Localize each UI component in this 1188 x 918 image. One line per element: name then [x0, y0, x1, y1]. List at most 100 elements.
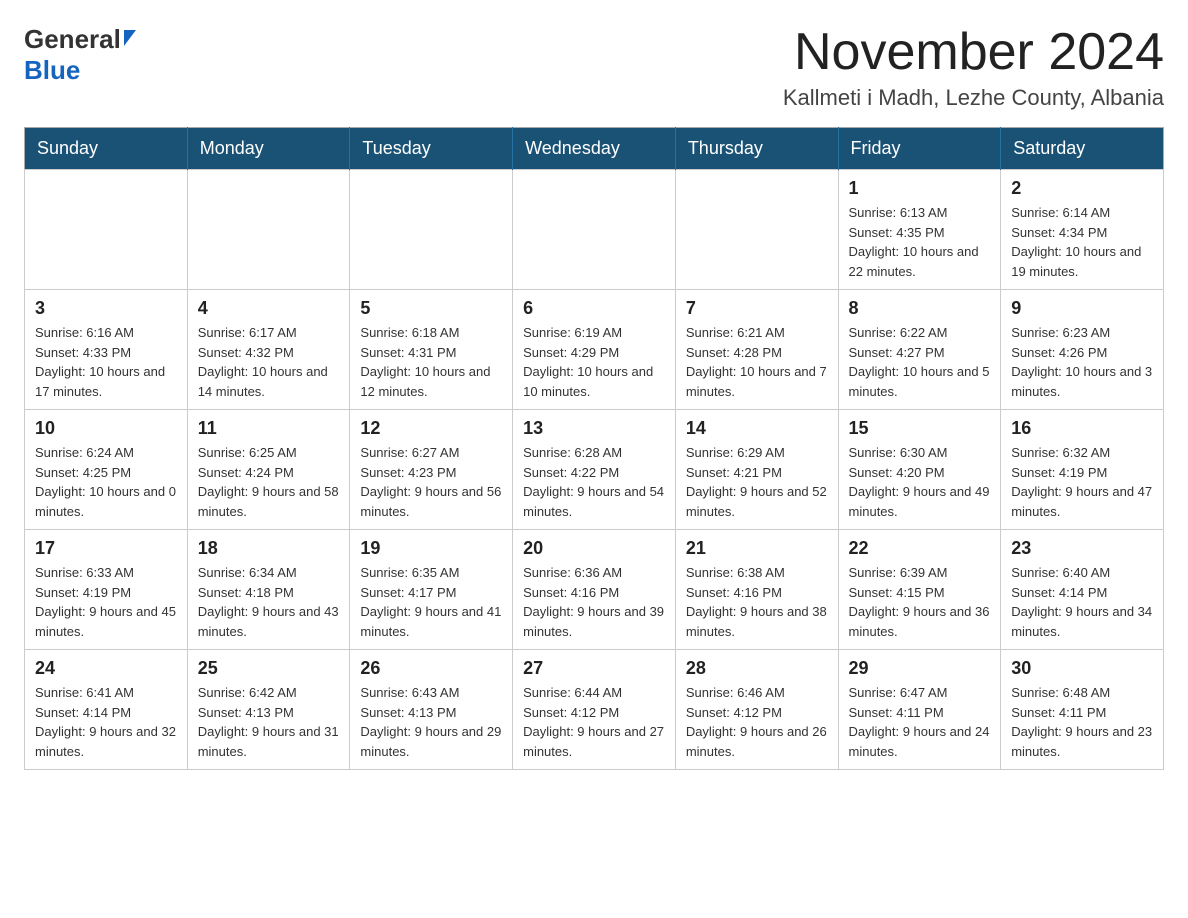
- logo: General Blue: [24, 24, 136, 86]
- calendar-cell: 5 Sunrise: 6:18 AM Sunset: 4:31 PM Daylig…: [350, 290, 513, 410]
- calendar-cell: 22 Sunrise: 6:39 AM Sunset: 4:15 PM Dayli…: [838, 530, 1001, 650]
- logo-triangle-icon: [124, 30, 136, 46]
- day-info: Sunrise: 6:25 AM Sunset: 4:24 PM Dayligh…: [198, 443, 340, 521]
- day-number: 27: [523, 658, 665, 679]
- calendar-cell: 2Sunrise: 6:14 AM Sunset: 4:34 PM Daylig…: [1001, 170, 1164, 290]
- day-info: Sunrise: 6:46 AM Sunset: 4:12 PM Dayligh…: [686, 683, 828, 761]
- calendar-table: SundayMondayTuesdayWednesdayThursdayFrid…: [24, 127, 1164, 770]
- day-number: 25: [198, 658, 340, 679]
- calendar-cell: 12 Sunrise: 6:27 AM Sunset: 4:23 PM Dayli…: [350, 410, 513, 530]
- calendar-cell: 29 Sunrise: 6:47 AM Sunset: 4:11 PM Dayli…: [838, 650, 1001, 770]
- calendar-cell: 19Sunrise: 6:35 AM Sunset: 4:17 PM Dayli…: [350, 530, 513, 650]
- calendar-cell: [187, 170, 350, 290]
- calendar-cell: 24 Sunrise: 6:41 AM Sunset: 4:14 PM Dayli…: [25, 650, 188, 770]
- day-number: 1: [849, 178, 991, 199]
- day-info: Sunrise: 6:38 AM Sunset: 4:16 PM Dayligh…: [686, 563, 828, 641]
- day-number: 20: [523, 538, 665, 559]
- calendar-cell: 10 Sunrise: 6:24 AM Sunset: 4:25 PM Dayli…: [25, 410, 188, 530]
- day-number: 24: [35, 658, 177, 679]
- day-number: 5: [360, 298, 502, 319]
- title-section: November 2024 Kallmeti i Madh, Lezhe Cou…: [783, 24, 1164, 111]
- header-monday: Monday: [187, 128, 350, 170]
- calendar-cell: 6 Sunrise: 6:19 AM Sunset: 4:29 PM Daylig…: [513, 290, 676, 410]
- day-number: 18: [198, 538, 340, 559]
- day-info: Sunrise: 6:28 AM Sunset: 4:22 PM Dayligh…: [523, 443, 665, 521]
- calendar-week-row: 24 Sunrise: 6:41 AM Sunset: 4:14 PM Dayli…: [25, 650, 1164, 770]
- calendar-cell: 21 Sunrise: 6:38 AM Sunset: 4:16 PM Dayli…: [675, 530, 838, 650]
- calendar-cell: 14 Sunrise: 6:29 AM Sunset: 4:21 PM Dayli…: [675, 410, 838, 530]
- calendar-week-row: 17Sunrise: 6:33 AM Sunset: 4:19 PM Dayli…: [25, 530, 1164, 650]
- day-info: Sunrise: 6:19 AM Sunset: 4:29 PM Dayligh…: [523, 323, 665, 401]
- day-number: 12: [360, 418, 502, 439]
- day-info: Sunrise: 6:24 AM Sunset: 4:25 PM Dayligh…: [35, 443, 177, 521]
- calendar-header-row: SundayMondayTuesdayWednesdayThursdayFrid…: [25, 128, 1164, 170]
- calendar-cell: 28 Sunrise: 6:46 AM Sunset: 4:12 PM Dayli…: [675, 650, 838, 770]
- day-number: 16: [1011, 418, 1153, 439]
- logo-blue: Blue: [24, 55, 80, 86]
- calendar-cell: 23Sunrise: 6:40 AM Sunset: 4:14 PM Dayli…: [1001, 530, 1164, 650]
- calendar-week-row: 1 Sunrise: 6:13 AM Sunset: 4:35 PM Daylig…: [25, 170, 1164, 290]
- day-info: Sunrise: 6:27 AM Sunset: 4:23 PM Dayligh…: [360, 443, 502, 521]
- calendar-cell: 20 Sunrise: 6:36 AM Sunset: 4:16 PM Dayli…: [513, 530, 676, 650]
- calendar-week-row: 10 Sunrise: 6:24 AM Sunset: 4:25 PM Dayli…: [25, 410, 1164, 530]
- header-sunday: Sunday: [25, 128, 188, 170]
- calendar-cell: 3Sunrise: 6:16 AM Sunset: 4:33 PM Daylig…: [25, 290, 188, 410]
- day-number: 28: [686, 658, 828, 679]
- header-friday: Friday: [838, 128, 1001, 170]
- day-number: 19: [360, 538, 502, 559]
- day-info: Sunrise: 6:32 AM Sunset: 4:19 PM Dayligh…: [1011, 443, 1153, 521]
- calendar-cell: 30 Sunrise: 6:48 AM Sunset: 4:11 PM Dayli…: [1001, 650, 1164, 770]
- day-number: 8: [849, 298, 991, 319]
- day-info: Sunrise: 6:29 AM Sunset: 4:21 PM Dayligh…: [686, 443, 828, 521]
- calendar-cell: 9 Sunrise: 6:23 AM Sunset: 4:26 PM Daylig…: [1001, 290, 1164, 410]
- day-info: Sunrise: 6:33 AM Sunset: 4:19 PM Dayligh…: [35, 563, 177, 641]
- header-wednesday: Wednesday: [513, 128, 676, 170]
- day-number: 3: [35, 298, 177, 319]
- day-info: Sunrise: 6:48 AM Sunset: 4:11 PM Dayligh…: [1011, 683, 1153, 761]
- day-number: 7: [686, 298, 828, 319]
- calendar-cell: 17Sunrise: 6:33 AM Sunset: 4:19 PM Dayli…: [25, 530, 188, 650]
- day-number: 29: [849, 658, 991, 679]
- day-number: 30: [1011, 658, 1153, 679]
- calendar-cell: 18 Sunrise: 6:34 AM Sunset: 4:18 PM Dayli…: [187, 530, 350, 650]
- day-number: 13: [523, 418, 665, 439]
- day-number: 10: [35, 418, 177, 439]
- day-info: Sunrise: 6:17 AM Sunset: 4:32 PM Dayligh…: [198, 323, 340, 401]
- header-tuesday: Tuesday: [350, 128, 513, 170]
- calendar-cell: 15Sunrise: 6:30 AM Sunset: 4:20 PM Dayli…: [838, 410, 1001, 530]
- day-info: Sunrise: 6:40 AM Sunset: 4:14 PM Dayligh…: [1011, 563, 1153, 641]
- calendar-cell: [350, 170, 513, 290]
- day-info: Sunrise: 6:36 AM Sunset: 4:16 PM Dayligh…: [523, 563, 665, 641]
- day-number: 14: [686, 418, 828, 439]
- day-info: Sunrise: 6:14 AM Sunset: 4:34 PM Dayligh…: [1011, 203, 1153, 281]
- day-number: 11: [198, 418, 340, 439]
- day-info: Sunrise: 6:41 AM Sunset: 4:14 PM Dayligh…: [35, 683, 177, 761]
- logo-general: General: [24, 24, 136, 55]
- calendar-cell: 11 Sunrise: 6:25 AM Sunset: 4:24 PM Dayli…: [187, 410, 350, 530]
- day-info: Sunrise: 6:21 AM Sunset: 4:28 PM Dayligh…: [686, 323, 828, 401]
- location-title: Kallmeti i Madh, Lezhe County, Albania: [783, 85, 1164, 111]
- day-info: Sunrise: 6:23 AM Sunset: 4:26 PM Dayligh…: [1011, 323, 1153, 401]
- day-info: Sunrise: 6:18 AM Sunset: 4:31 PM Dayligh…: [360, 323, 502, 401]
- day-number: 9: [1011, 298, 1153, 319]
- day-info: Sunrise: 6:13 AM Sunset: 4:35 PM Dayligh…: [849, 203, 991, 281]
- calendar-cell: 4Sunrise: 6:17 AM Sunset: 4:32 PM Daylig…: [187, 290, 350, 410]
- day-info: Sunrise: 6:22 AM Sunset: 4:27 PM Dayligh…: [849, 323, 991, 401]
- day-number: 6: [523, 298, 665, 319]
- day-number: 21: [686, 538, 828, 559]
- calendar-cell: 26Sunrise: 6:43 AM Sunset: 4:13 PM Dayli…: [350, 650, 513, 770]
- calendar-cell: 25Sunrise: 6:42 AM Sunset: 4:13 PM Dayli…: [187, 650, 350, 770]
- header-thursday: Thursday: [675, 128, 838, 170]
- day-info: Sunrise: 6:44 AM Sunset: 4:12 PM Dayligh…: [523, 683, 665, 761]
- calendar-cell: 13 Sunrise: 6:28 AM Sunset: 4:22 PM Dayli…: [513, 410, 676, 530]
- calendar-cell: 7 Sunrise: 6:21 AM Sunset: 4:28 PM Daylig…: [675, 290, 838, 410]
- day-info: Sunrise: 6:47 AM Sunset: 4:11 PM Dayligh…: [849, 683, 991, 761]
- header-saturday: Saturday: [1001, 128, 1164, 170]
- calendar-cell: 1 Sunrise: 6:13 AM Sunset: 4:35 PM Daylig…: [838, 170, 1001, 290]
- page-header: General Blue November 2024 Kallmeti i Ma…: [24, 24, 1164, 111]
- day-number: 22: [849, 538, 991, 559]
- month-title: November 2024: [783, 24, 1164, 81]
- day-info: Sunrise: 6:39 AM Sunset: 4:15 PM Dayligh…: [849, 563, 991, 641]
- day-info: Sunrise: 6:30 AM Sunset: 4:20 PM Dayligh…: [849, 443, 991, 521]
- day-info: Sunrise: 6:34 AM Sunset: 4:18 PM Dayligh…: [198, 563, 340, 641]
